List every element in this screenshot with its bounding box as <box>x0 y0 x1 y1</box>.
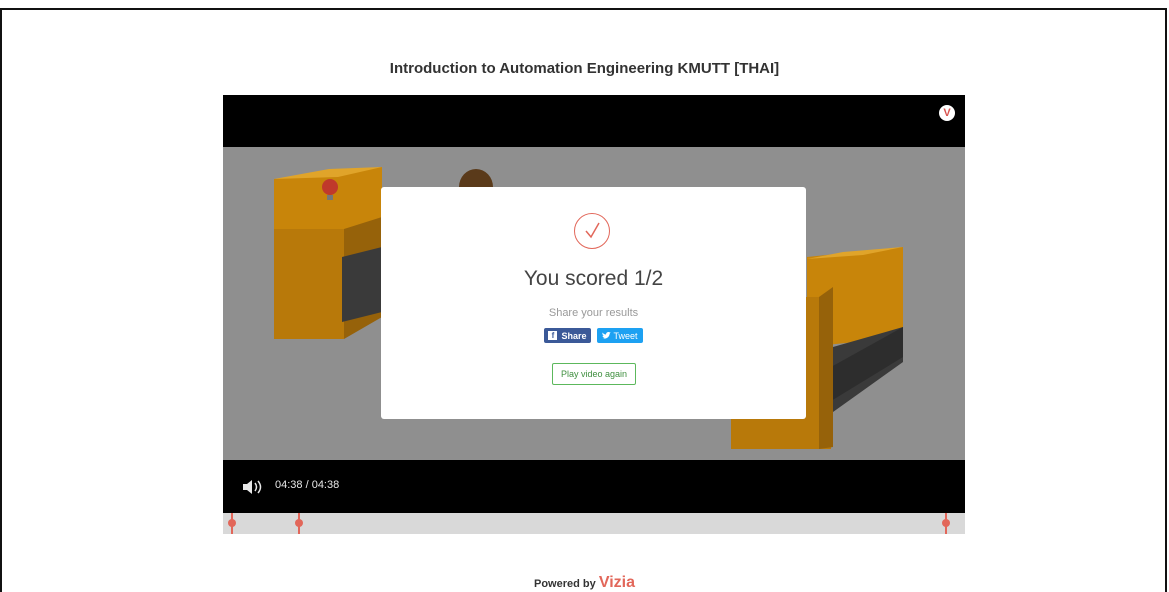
facebook-share-button[interactable]: f Share <box>544 328 591 343</box>
question-marker[interactable] <box>227 513 237 534</box>
question-marker[interactable] <box>294 513 304 534</box>
check-circle-icon <box>574 213 610 249</box>
twitter-bird-icon <box>601 331 611 339</box>
progress-timeline[interactable] <box>223 513 965 534</box>
facebook-share-label: Share <box>561 330 587 341</box>
share-buttons: f Share Tweet <box>381 328 806 343</box>
quiz-result-dialog: You scored 1/2 Share your results f Shar… <box>381 187 806 419</box>
video-frame: You scored 1/2 Share your results f Shar… <box>223 147 965 460</box>
video-player[interactable]: V You scored 1/2 Share your results f Sh… <box>223 95 965 513</box>
share-results-label: Share your results <box>548 307 639 319</box>
volume-icon[interactable] <box>243 480 265 494</box>
page-title: Introduction to Automation Engineering K… <box>389 60 780 77</box>
powered-by-footer: Powered by Vizia <box>0 574 1169 592</box>
bulb-icon <box>322 179 338 195</box>
play-video-again-button[interactable]: Play video again <box>552 363 636 385</box>
time-display: 04:38 / 04:38 <box>275 479 340 491</box>
player-controls: 04:38 / 04:38 <box>223 460 965 513</box>
question-marker[interactable] <box>941 513 951 534</box>
facebook-icon: f <box>548 331 558 340</box>
twitter-tweet-button[interactable]: Tweet <box>596 328 643 343</box>
score-text: You scored 1/2 <box>523 267 664 290</box>
vizia-brand-link[interactable]: Vizia <box>599 574 635 591</box>
tweet-label: Tweet <box>613 330 638 341</box>
powered-by-label: Powered by <box>534 578 596 590</box>
vizia-logo-icon[interactable]: V <box>939 105 955 121</box>
